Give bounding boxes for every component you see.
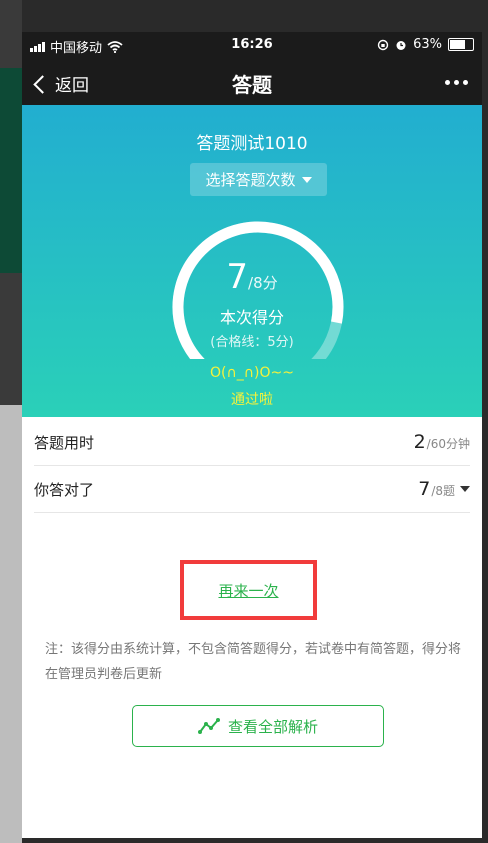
trend-line-icon xyxy=(197,718,220,734)
battery-icon xyxy=(448,38,474,51)
time-used-row: 答题用时 2/60分钟 xyxy=(34,419,470,466)
retry-highlight: 再来一次 xyxy=(180,560,317,620)
alarm-icon xyxy=(396,40,406,50)
caret-down-icon xyxy=(460,486,470,492)
view-analysis-button[interactable]: 查看全部解析 xyxy=(132,705,384,747)
rotation-lock-icon xyxy=(377,39,389,50)
time-used-label: 答题用时 xyxy=(34,433,95,452)
time-used-value: 2/60分钟 xyxy=(413,431,470,453)
score-note: 注：该得分由系统计算，不包含简答题得分，若试卷中有简答题，得分将在管理员判卷后更… xyxy=(45,642,462,682)
score-value: 7 xyxy=(226,257,249,297)
status-right: 63% xyxy=(377,37,474,52)
pass-status: 通过啦 xyxy=(231,392,273,408)
more-icon[interactable] xyxy=(445,80,468,85)
emoticon: O(∩_∩)O~~ xyxy=(210,365,294,381)
view-analysis-label: 查看全部解析 xyxy=(227,717,318,736)
pass-line: (合格线：5分) xyxy=(210,335,294,350)
score-hero: 答题测试1010 选择答题次数 7/8分 本次得分 (合格线：5分) O(∩_∩… xyxy=(22,105,482,417)
quiz-title: 答题测试1010 xyxy=(196,134,308,154)
background-banner xyxy=(0,68,22,273)
correct-count-label: 你答对了 xyxy=(34,480,95,499)
status-bar: 中国移动 16:26 63% xyxy=(22,32,482,58)
retry-link[interactable]: 再来一次 xyxy=(218,580,278,601)
score-display: 7/8分 xyxy=(22,257,482,297)
battery-percent: 63% xyxy=(413,37,442,52)
score-total: /8分 xyxy=(248,274,278,292)
page-title: 答题 xyxy=(232,73,272,97)
score-label: 本次得分 xyxy=(219,308,284,327)
caret-down-icon xyxy=(301,176,312,183)
correct-count-row[interactable]: 你答对了 7/8题 xyxy=(34,466,470,513)
select-attempt-label: 选择答题次数 xyxy=(205,171,296,189)
select-attempt-dropdown[interactable]: 选择答题次数 xyxy=(190,163,327,196)
background-content xyxy=(0,405,22,843)
nav-bar: 返回 答题 xyxy=(22,58,482,105)
correct-count-value: 7/8题 xyxy=(418,478,470,500)
phone-screen: 中国移动 16:26 63% 返回 答题 答题测试1010 选择答题次数 7/8… xyxy=(22,32,482,838)
background-edge xyxy=(482,0,488,843)
